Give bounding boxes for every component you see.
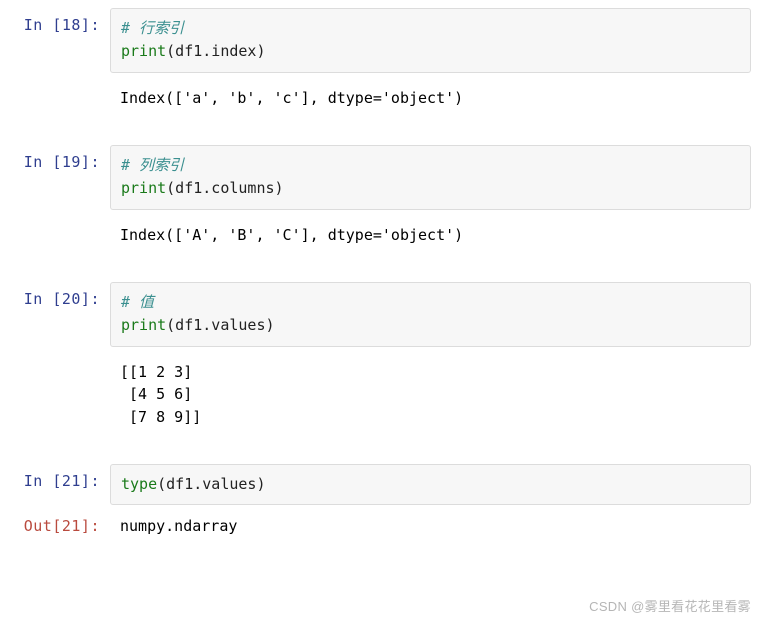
in-prompt: In [18]: xyxy=(0,8,110,73)
empty-prompt xyxy=(0,214,110,261)
code-comment: # 列索引 xyxy=(121,156,184,174)
in-prompt: In [20]: xyxy=(0,282,110,347)
notebook-cell: In [19]: # 列索引 print(df1.columns) xyxy=(0,145,763,210)
code-input-area[interactable]: # 列索引 print(df1.columns) xyxy=(110,145,751,210)
output-cell: Index(['A', 'B', 'C'], dtype='object') xyxy=(0,214,763,261)
cell-content: type(df1.values) xyxy=(110,464,763,505)
code-comment: # 行索引 xyxy=(121,19,184,37)
notebook-cell: In [20]: # 值 print(df1.values) xyxy=(0,282,763,347)
notebook-cell: In [18]: # 行索引 print(df1.index) xyxy=(0,8,763,73)
empty-prompt xyxy=(0,77,110,124)
output-content: Index(['a', 'b', 'c'], dtype='object') xyxy=(110,77,763,124)
stdout-output: [[1 2 3] [4 5 6] [7 8 9]] xyxy=(110,351,751,443)
cell-content: # 值 print(df1.values) xyxy=(110,282,763,347)
code-args: (df1.columns) xyxy=(166,179,283,197)
stdout-output: Index(['A', 'B', 'C'], dtype='object') xyxy=(110,214,751,261)
in-prompt: In [21]: xyxy=(0,464,110,505)
output-cell: [[1 2 3] [4 5 6] [7 8 9]] xyxy=(0,351,763,443)
code-args: (df1.values) xyxy=(166,316,274,334)
watermark-text: CSDN @雾里看花花里看雾 xyxy=(589,596,751,615)
cell-content: # 列索引 print(df1.columns) xyxy=(110,145,763,210)
code-input-area[interactable]: # 行索引 print(df1.index) xyxy=(110,8,751,73)
code-input-area[interactable]: type(df1.values) xyxy=(110,464,751,505)
code-args: (df1.values) xyxy=(157,475,265,493)
stdout-output: Index(['a', 'b', 'c'], dtype='object') xyxy=(110,77,751,124)
output-content: [[1 2 3] [4 5 6] [7 8 9]] xyxy=(110,351,763,443)
cell-content: # 行索引 print(df1.index) xyxy=(110,8,763,73)
code-builtin: type xyxy=(121,475,157,493)
empty-prompt xyxy=(0,351,110,443)
code-builtin: print xyxy=(121,42,166,60)
output-cell: Index(['a', 'b', 'c'], dtype='object') xyxy=(0,77,763,124)
code-args: (df1.index) xyxy=(166,42,265,60)
output-content: numpy.ndarray xyxy=(110,509,763,535)
code-builtin: print xyxy=(121,179,166,197)
code-input-area[interactable]: # 值 print(df1.values) xyxy=(110,282,751,347)
code-comment: # 值 xyxy=(121,293,154,311)
notebook-cell: In [21]: type(df1.values) xyxy=(0,464,763,505)
result-output: numpy.ndarray xyxy=(110,509,751,535)
code-builtin: print xyxy=(121,316,166,334)
out-prompt: Out[21]: xyxy=(0,509,110,535)
in-prompt: In [19]: xyxy=(0,145,110,210)
output-cell: Out[21]: numpy.ndarray xyxy=(0,509,763,535)
output-content: Index(['A', 'B', 'C'], dtype='object') xyxy=(110,214,763,261)
